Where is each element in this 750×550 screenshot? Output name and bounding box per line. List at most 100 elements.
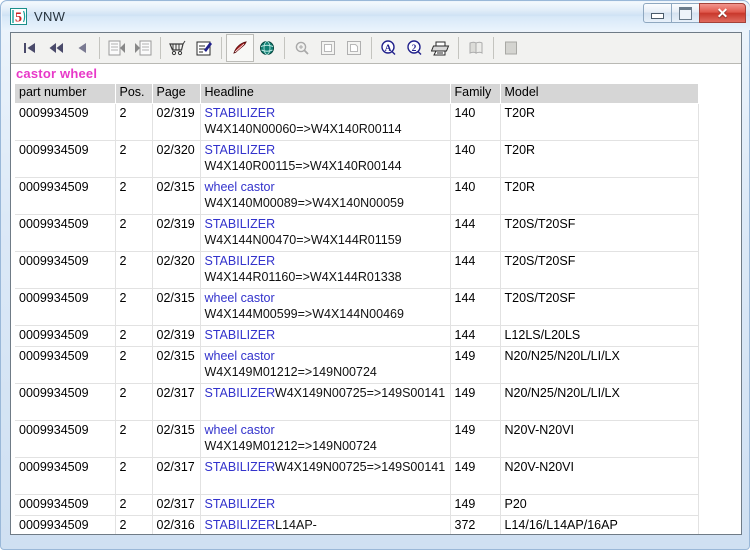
cell-pos: 2 <box>115 177 153 215</box>
order-form-button[interactable] <box>191 35 217 61</box>
headline-sub-part-2: L16AP=>W4X372R03999 <box>205 533 446 534</box>
column-header-model[interactable]: Model <box>500 84 698 104</box>
cell-page: 02/316 <box>152 515 201 534</box>
cell-part-number: 0009934509 <box>15 494 116 516</box>
cell-pos: 2 <box>115 288 153 326</box>
window-controls: ✕ <box>643 3 746 23</box>
table-row[interactable]: 0009934509 2 02/319 STABILIZER W4X140N00060=… <box>15 103 699 141</box>
table-row[interactable]: 0009934509 2 02/319 STABILIZER W4X144N00470=… <box>15 214 699 252</box>
cell-part-number: 0009934509 <box>15 177 116 215</box>
cell-family: 149 <box>450 383 501 421</box>
table-row[interactable]: 0009934509 2 02/319 STABILIZER 144 L12LS/L20L… <box>15 325 699 347</box>
toolbar-separator <box>493 37 494 59</box>
close-button[interactable]: ✕ <box>699 3 746 23</box>
shopping-cart-button[interactable] <box>165 35 191 61</box>
column-header-family[interactable]: Family <box>450 84 501 104</box>
page-blank-button[interactable] <box>341 35 367 61</box>
toolbar-separator <box>221 37 222 59</box>
cell-headline[interactable]: STABILIZER W4X144N00470=>W4X144R01159 <box>200 214 451 252</box>
cell-family: 372 <box>450 515 501 534</box>
cell-page: 02/319 <box>152 103 201 141</box>
globe-button[interactable] <box>254 35 280 61</box>
svg-text:A: A <box>385 44 392 54</box>
cell-headline[interactable]: wheel castor W4X140M00089=>W4X140N00059 <box>200 177 451 215</box>
headline-sub: W4X149M01212=>149N00724 <box>204 439 377 453</box>
cell-headline[interactable]: STABILIZER W4X144R01160=>W4X144R01338 <box>200 251 451 289</box>
cell-model: P20 <box>500 494 699 516</box>
column-header-part-number[interactable]: part number <box>15 84 116 104</box>
cell-family: 149 <box>450 346 501 384</box>
column-header-pos[interactable]: Pos. <box>115 84 153 104</box>
page-copy-button[interactable] <box>315 35 341 61</box>
cell-model: N20/N25/N20L/LI/LX <box>500 383 699 421</box>
column-header-headline[interactable]: Headline <box>200 84 451 104</box>
cell-page: 02/315 <box>152 177 201 215</box>
cell-pos: 2 <box>115 515 153 534</box>
headline-sub-part-1: L14AP- <box>275 518 317 532</box>
column-header-page[interactable]: Page <box>152 84 201 104</box>
cell-pos: 2 <box>115 457 153 495</box>
cell-family: 144 <box>450 288 501 326</box>
table-row[interactable]: 0009934509 2 02/320 STABILIZER W4X140R00115=… <box>15 140 699 178</box>
cell-headline[interactable]: STABILIZERL14AP-L16AP=>W4X372R03999 <box>200 515 451 534</box>
table-row[interactable]: 0009934509 2 02/315 wheel castor W4X140M0008… <box>15 177 699 215</box>
cell-pos: 2 <box>115 140 153 178</box>
goto-first-document-button[interactable] <box>104 35 130 61</box>
zoom-button[interactable] <box>289 35 315 61</box>
cell-page: 02/317 <box>152 383 201 421</box>
cell-part-number: 0009934509 <box>15 325 116 347</box>
cell-headline[interactable]: wheel castor W4X144M00599=>W4X144N00469 <box>200 288 451 326</box>
svg-text:5: 5 <box>15 10 22 25</box>
cell-headline[interactable]: STABILIZERW4X149N00725=>149S00141 <box>200 457 451 495</box>
notes-button[interactable] <box>463 35 489 61</box>
bookmark-pen-button[interactable] <box>226 34 254 62</box>
fast-rewind-button[interactable] <box>43 35 69 61</box>
cell-headline[interactable]: STABILIZER W4X140N00060=>W4X140R00114 <box>200 103 451 141</box>
svg-text:2: 2 <box>412 44 417 54</box>
headline-title: wheel castor <box>204 291 275 305</box>
headline-title: STABILIZER <box>204 518 276 532</box>
cell-headline[interactable]: wheel castor W4X149M01212=>149N00724 <box>200 420 451 458</box>
table-row[interactable]: 0009934509 2 02/317 STABILIZER 149 P20 <box>15 494 699 516</box>
find-text-2-button[interactable]: 2 <box>402 35 428 61</box>
print-button[interactable] <box>428 35 454 61</box>
table-row[interactable]: 0009934509202/316STABILIZERL14AP-L16AP=>… <box>15 515 699 534</box>
find-text-a-button[interactable]: A <box>376 35 402 61</box>
toolbar-separator <box>458 37 459 59</box>
stop-button[interactable] <box>498 35 524 61</box>
table-row[interactable]: 0009934509 2 02/315 wheel castor W4X149M0121… <box>15 420 699 458</box>
goto-last-document-button[interactable] <box>130 35 156 61</box>
cell-headline[interactable]: STABILIZER <box>200 325 451 347</box>
cell-headline[interactable]: STABILIZER <box>200 494 451 516</box>
previous-record-button[interactable] <box>69 35 95 61</box>
application-window: 5 VNW ✕ A 2 castor wheel part number Pos… <box>0 0 750 550</box>
table-row[interactable]: 0009934509 2 02/315 wheel castor W4X149M0121… <box>15 346 699 384</box>
toolbar-separator <box>99 37 100 59</box>
table-row[interactable]: 0009934509 2 02/317 STABILIZERW4X149N00725=… <box>15 457 699 495</box>
title-bar[interactable]: 5 VNW ✕ <box>2 2 750 30</box>
headline-title: STABILIZER <box>204 386 275 400</box>
cell-headline[interactable]: STABILIZER W4X140R00115=>W4X140R00144 <box>200 140 451 178</box>
cell-family: 149 <box>450 420 501 458</box>
cell-model: T20R <box>500 103 699 141</box>
table-row[interactable]: 0009934509 2 02/315 wheel castor W4X144M0059… <box>15 288 699 326</box>
table-row[interactable]: 0009934509 2 02/317 STABILIZERW4X149N00725=… <box>15 383 699 421</box>
minimize-button[interactable] <box>643 3 672 23</box>
headline-title: STABILIZER <box>204 143 276 157</box>
headline-title: wheel castor <box>204 180 275 194</box>
headline-title: STABILIZER <box>204 497 276 511</box>
cell-page: 02/320 <box>152 140 201 178</box>
table-header-row: part number Pos. Page Headline Family Mo… <box>15 84 698 104</box>
first-record-button[interactable] <box>17 35 43 61</box>
cell-headline[interactable]: wheel castor W4X149M01212=>149N00724 <box>200 346 451 384</box>
cell-model: N20V-N20VI <box>500 457 699 495</box>
cell-part-number: 0009934509 <box>15 214 116 252</box>
cell-headline[interactable]: STABILIZERW4X149N00725=>149S00141 <box>200 383 451 421</box>
table-row[interactable]: 0009934509 2 02/320 STABILIZER W4X144R01160=… <box>15 251 699 289</box>
maximize-button[interactable] <box>671 3 700 23</box>
headline-title: STABILIZER <box>204 328 276 342</box>
cell-model: L14/16/L14AP/16AP <box>500 515 699 534</box>
cell-page: 02/319 <box>152 214 201 252</box>
app-logo-icon[interactable]: 5 <box>10 7 27 25</box>
headline-sub: W4X140R00115=>W4X140R00144 <box>204 159 402 173</box>
